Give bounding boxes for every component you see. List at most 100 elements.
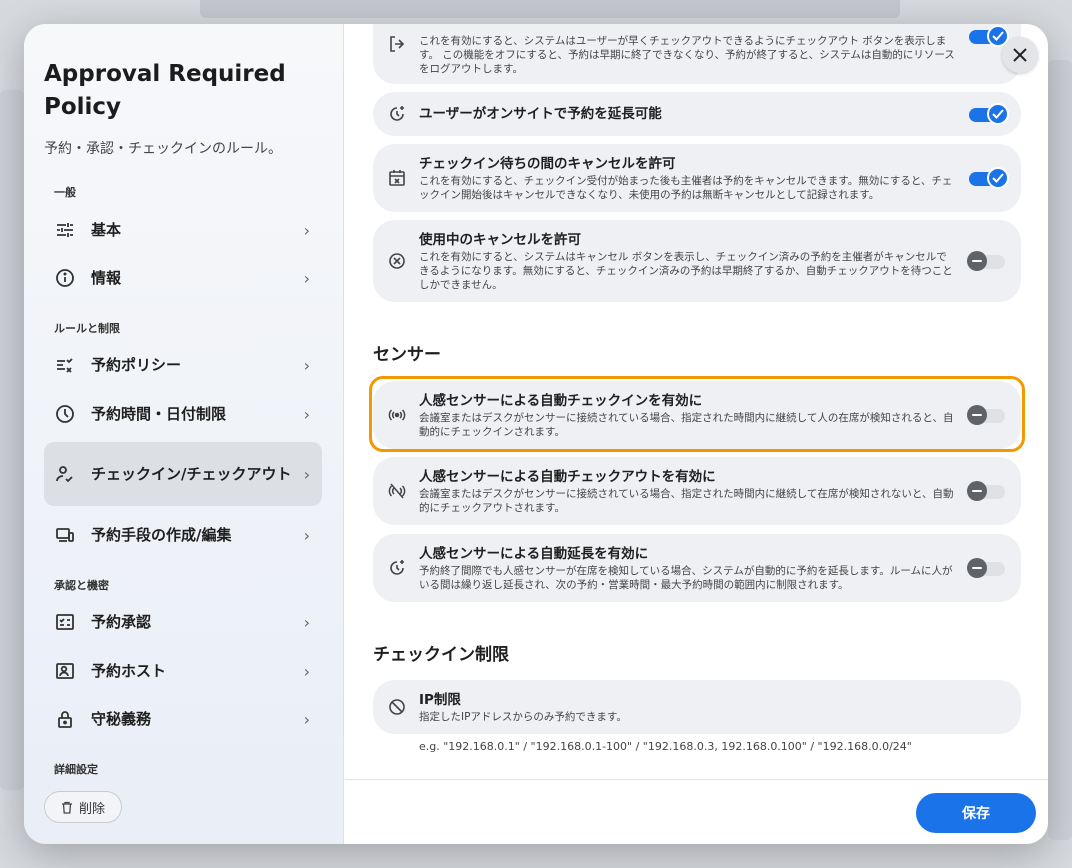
setting-toggle[interactable] [967, 480, 1007, 502]
setting-title: 使用中のキャンセルを許可 [419, 232, 581, 248]
calendar-cancel-icon [387, 168, 407, 188]
save-button[interactable]: 保存 [916, 793, 1036, 833]
sliders-icon [54, 219, 76, 241]
setting-toggle[interactable] [967, 250, 1007, 272]
sidebar-item-info[interactable]: 情報 › [44, 255, 322, 301]
setting-card-sensor-checkin: 人感センサーによる自動チェックインを有効に 会議室またはデスクがセンサーに接続さ… [373, 381, 1021, 449]
sidebar: Approval Required Policy 予約・承認・チェックインのルー… [24, 24, 344, 844]
setting-title: 人感センサーによる自動チェックアウトを有効に [419, 469, 716, 485]
sidebar-item-label: 予約承認 [91, 613, 152, 631]
sidebar-item-create-edit[interactable]: 予約手段の作成/編集 › [44, 512, 322, 558]
setting-card-ip-restriction[interactable]: IP制限 指定したIPアドレスからのみ予約できます。 [373, 680, 1021, 734]
approval-icon [54, 611, 76, 633]
close-icon [1013, 48, 1027, 62]
sidebar-item-approval[interactable]: 予約承認 › [44, 599, 322, 645]
lock-icon [54, 708, 76, 730]
sidebar-item-time-limits[interactable]: 予約時間・日付制限 › [44, 391, 322, 437]
info-icon [54, 267, 76, 289]
setting-toggle[interactable] [967, 557, 1007, 579]
section-label-advanced: 詳細設定 [54, 763, 98, 776]
logout-icon [387, 34, 407, 54]
devices-icon [54, 524, 76, 546]
sidebar-item-reservation-policy[interactable]: 予約ポリシー › [44, 342, 322, 388]
section-heading-sensor: センサー [373, 345, 441, 365]
sidebar-item-label: 予約手段の作成/編集 [91, 526, 232, 544]
sidebar-item-host[interactable]: 予約ホスト › [44, 648, 322, 694]
sidebar-item-label: 基本 [91, 221, 122, 239]
trash-icon [61, 801, 73, 814]
setting-toggle[interactable] [967, 404, 1007, 426]
setting-description: これを有効にすると、システムはユーザーが早くチェックアウトできるようにチェックア… [419, 35, 955, 75]
setting-card-sensor-extend: 人感センサーによる自動延長を有効に 予約終了間際でも人感センサーが在席を検知して… [373, 534, 1021, 602]
chevron-right-icon: › [303, 525, 310, 545]
close-button[interactable] [1002, 37, 1038, 73]
clock-icon [54, 403, 76, 425]
chevron-right-icon: › [303, 709, 310, 729]
setting-description: これを有効にすると、チェックイン受付が始まった後も主催者は予約をキャンセルできま… [419, 175, 953, 201]
dialog-title: Approval Required Policy [44, 61, 286, 120]
sidebar-item-confidentiality[interactable]: 守秘義務 › [44, 696, 322, 742]
sidebar-item-basic[interactable]: 基本 › [44, 207, 322, 253]
background-panel [1048, 60, 1072, 840]
checklist-icon [54, 354, 76, 376]
sensor-off-icon [387, 481, 407, 501]
section-label-approval: 承認と機密 [54, 579, 109, 592]
chevron-right-icon: › [303, 612, 310, 632]
sensor-icon [387, 405, 407, 425]
ip-format-hint: e.g. "192.168.0.1" / "192.168.0.1-100" /… [419, 740, 912, 753]
section-label-general: 一般 [54, 186, 76, 199]
setting-card-cancel-in-use: 使用中のキャンセルを許可 これを有効にすると、システムはキャンセル ボタンを表示… [373, 220, 1021, 302]
chevron-right-icon: › [303, 661, 310, 681]
setting-card-sensor-checkout: 人感センサーによる自動チェックアウトを有効に 会議室またはデスクがセンサーに接続… [373, 457, 1021, 525]
setting-toggle[interactable] [969, 167, 1009, 189]
chevron-right-icon: › [303, 220, 310, 240]
check-icon [987, 103, 1009, 125]
sidebar-item-checkin-checkout[interactable]: チェックイン/チェックアウト › [44, 442, 322, 506]
person-check-icon [54, 463, 76, 485]
chevron-right-icon: › [303, 268, 310, 288]
setting-title: IP制限 [419, 692, 461, 708]
auto-extend-icon [387, 558, 407, 578]
setting-title: 人感センサーによる自動延長を有効に [419, 546, 649, 562]
setting-title: 人感センサーによる自動チェックインを有効に [419, 393, 703, 409]
setting-description: これを有効にすると、システムはキャンセル ボタンを表示し、チェックイン済みの予約… [419, 251, 953, 291]
dialog-subtitle: 予約・承認・チェックインのルール。 [44, 141, 282, 157]
block-icon [387, 697, 407, 717]
setting-title: ユーザーがオンサイトで予約を延長可能 [419, 106, 662, 122]
setting-title: チェックイン待ちの間のキャンセルを許可 [419, 156, 676, 172]
extend-time-icon [387, 104, 407, 124]
section-label-rules: ルールと制限 [54, 322, 120, 335]
sidebar-item-label: 情報 [91, 269, 122, 287]
sidebar-item-label: 予約時間・日付制限 [91, 405, 227, 423]
minus-icon [967, 405, 987, 425]
sidebar-item-label: 守秘義務 [91, 710, 152, 728]
sidebar-item-label: 予約ポリシー [91, 356, 182, 374]
section-heading-checkin-limits: チェックイン制限 [373, 645, 509, 665]
setting-description: 予約終了間際でも人感センサーが在席を検知している場合、システムが自動的に予約を延… [419, 565, 953, 591]
policy-dialog: Approval Required Policy 予約・承認・チェックインのルー… [24, 24, 1048, 844]
minus-icon [967, 558, 987, 578]
setting-description: 会議室またはデスクがセンサーに接続されている場合、指定された時間内に継続して在席… [419, 488, 954, 514]
background-bar [200, 0, 900, 18]
chevron-right-icon: › [303, 404, 310, 424]
cancel-circle-icon [387, 251, 407, 271]
setting-card-onsite-extend: ユーザーがオンサイトで予約を延長可能 [373, 92, 1021, 136]
setting-card-early-checkout: これを有効にすると、システムはユーザーが早くチェックアウトできるようにチェックア… [373, 24, 1021, 84]
settings-content: これを有効にすると、システムはユーザーが早くチェックアウトできるようにチェックア… [345, 24, 1048, 779]
check-icon [987, 167, 1009, 189]
setting-toggle[interactable] [969, 103, 1009, 125]
setting-description: 指定したIPアドレスからのみ予約できます。 [419, 711, 627, 723]
sidebar-item-label: 予約ホスト [91, 662, 167, 680]
setting-description: 会議室またはデスクがセンサーに接続されている場合、指定された時間内に継続して人の… [419, 412, 954, 438]
delete-label: 削除 [78, 801, 105, 817]
setting-card-cancel-while-waiting: チェックイン待ちの間のキャンセルを許可 これを有効にすると、チェックイン受付が始… [373, 144, 1021, 212]
minus-icon [967, 481, 987, 501]
host-icon [54, 660, 76, 682]
minus-icon [967, 251, 987, 271]
chevron-right-icon: › [303, 355, 310, 375]
setting-toggle[interactable] [969, 25, 1009, 47]
dialog-footer: 保存 [345, 779, 1048, 844]
chevron-right-icon: › [303, 464, 310, 484]
delete-button[interactable]: 削除 [44, 791, 122, 823]
sidebar-item-label: チェックイン/チェックアウト [91, 465, 292, 483]
